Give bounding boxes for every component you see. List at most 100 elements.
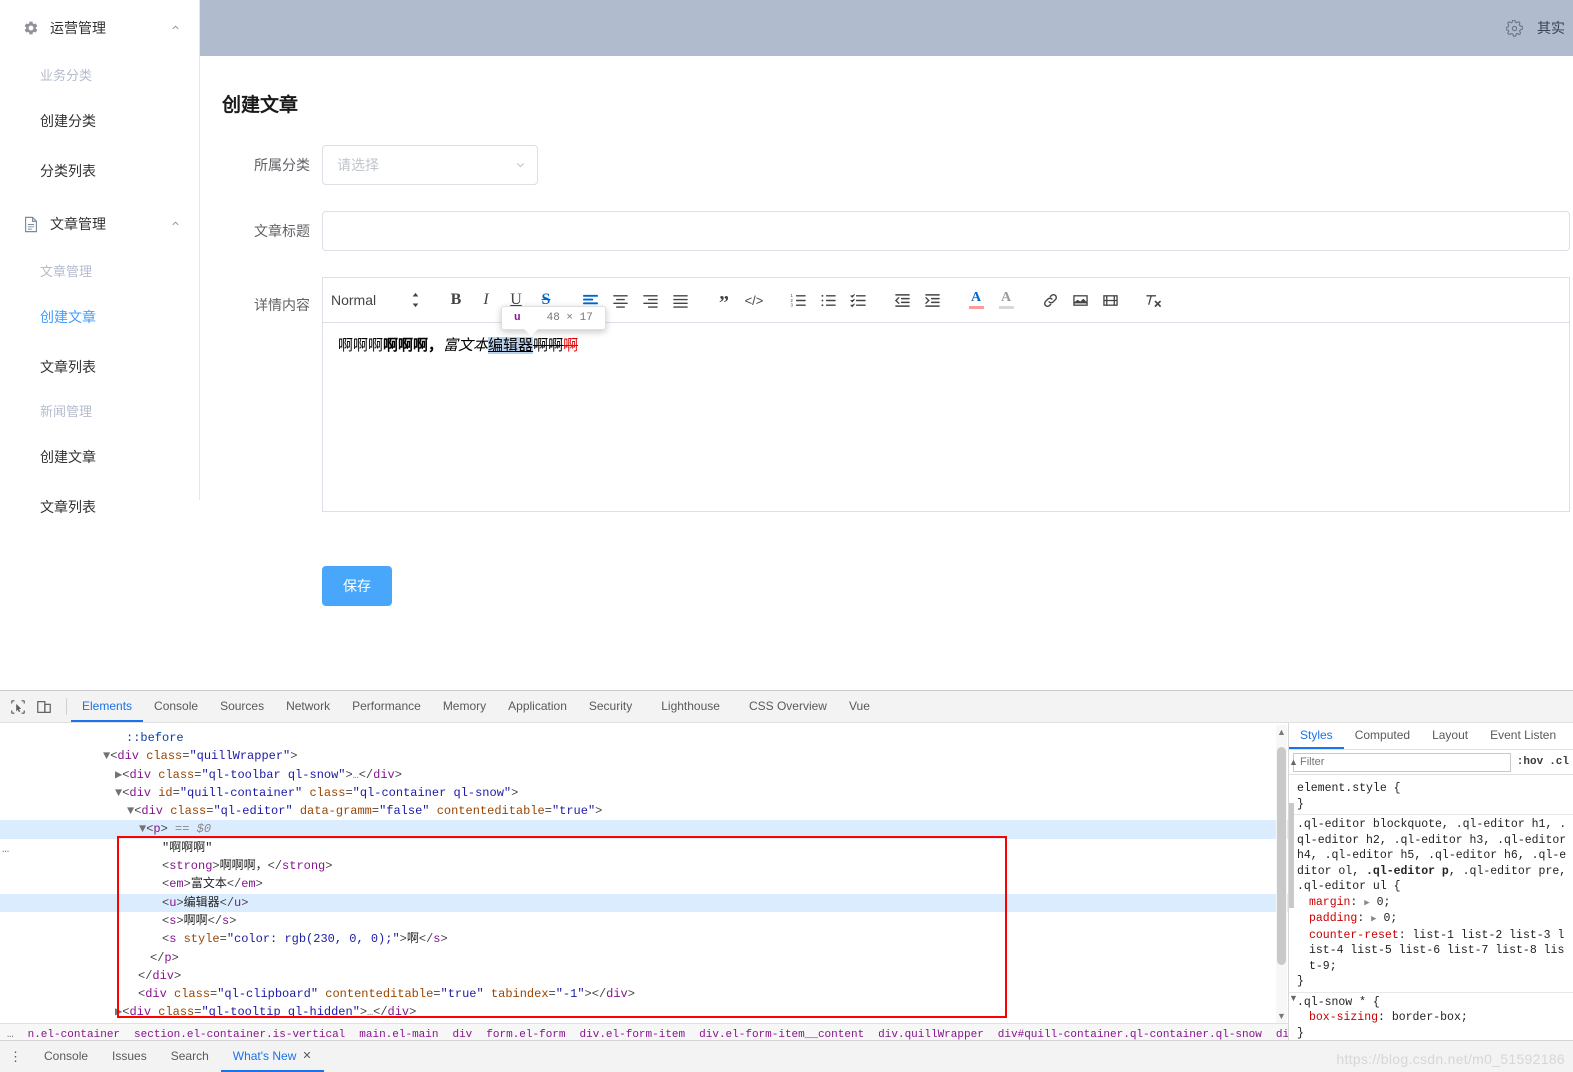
bold-icon[interactable]: B — [442, 288, 470, 312]
style-selector[interactable]: element.style { — [1297, 781, 1567, 797]
align-center-icon[interactable] — [606, 288, 634, 312]
dom-line[interactable]: <s style="color: rgb(230, 0, 0);">啊</s> — [0, 930, 1288, 948]
close-icon[interactable]: ✕ — [302, 1049, 311, 1062]
styles-filter-input[interactable] — [1293, 752, 1511, 772]
sidebar-item-category-list[interactable]: 分类列表 — [0, 146, 199, 196]
save-button[interactable]: 保存 — [322, 566, 392, 606]
style-declaration[interactable]: padding: ▶ 0; — [1297, 911, 1567, 928]
dom-line[interactable]: <div class="ql-clipboard" contenteditabl… — [0, 985, 1288, 1003]
style-rule[interactable]: .ql-editor blockquote, .ql-editor h1, .q… — [1289, 815, 1573, 993]
sidebar-group-operations[interactable]: 运营管理 — [0, 0, 199, 56]
align-justify-icon[interactable] — [666, 288, 694, 312]
style-declaration[interactable]: margin: ▶ 0; — [1297, 895, 1567, 912]
link-icon[interactable] — [1036, 288, 1064, 312]
background-color-icon[interactable]: A — [992, 288, 1020, 312]
elements-scrollbar[interactable]: ▲ ▼ — [1276, 725, 1287, 1023]
style-selector[interactable]: .ql-snow * { — [1297, 995, 1567, 1011]
dom-line[interactable]: ▼<div id="quill-container" class="ql-con… — [0, 784, 1288, 802]
dom-line[interactable]: ▶<div class="ql-toolbar ql-snow">…</div> — [0, 766, 1288, 784]
style-selector[interactable]: .ql-editor blockquote, .ql-editor h1, .q… — [1297, 817, 1567, 895]
breadcrumb-item[interactable]: div.quillWrapper — [871, 1029, 991, 1041]
dom-line[interactable]: </p> — [0, 949, 1288, 967]
sidebar-item-create-category[interactable]: 创建分类 — [0, 96, 199, 146]
check-list-icon[interactable] — [844, 288, 872, 312]
breadcrumb-item[interactable]: div.el-form-item — [573, 1029, 693, 1041]
styles-tab-event-listeners[interactable]: Event Listen — [1479, 723, 1567, 749]
sidebar-item-create-news-article[interactable]: 创建文章 — [0, 432, 199, 482]
dom-line[interactable]: "啊啊啊" — [0, 839, 1288, 857]
scroll-up-arrow[interactable]: ▲ — [1277, 727, 1286, 737]
styles-scrollbar[interactable] — [1289, 803, 1294, 908]
category-select[interactable]: 请选择 — [322, 145, 538, 185]
breadcrumb-item[interactable]: div#quill-container.ql-container.ql-snow — [991, 1029, 1269, 1041]
scroll-down-arrow[interactable]: ▼ — [1277, 1011, 1286, 1021]
breadcrumb-item[interactable]: main.el-main — [352, 1029, 445, 1041]
format-picker[interactable]: Normal — [329, 288, 427, 312]
devtools-tab-security[interactable]: Security — [578, 691, 643, 722]
styles-tab-layout[interactable]: Layout — [1421, 723, 1479, 749]
dom-line[interactable]: ▶<div class="ql-tooltip ql-hidden">…</di… — [0, 1003, 1288, 1021]
chevron-up-icon[interactable] — [170, 218, 181, 229]
italic-icon[interactable]: I — [472, 288, 500, 312]
styles-rules-list[interactable]: element.style {} .ql-editor blockquote, .… — [1289, 775, 1573, 1045]
styles-hov-button[interactable]: :hov — [1517, 756, 1543, 768]
header-user-label[interactable]: 其实 — [1537, 18, 1565, 38]
style-declaration[interactable]: counter-reset: list-1 list-2 list-3 list… — [1297, 928, 1567, 975]
device-toolbar-icon[interactable] — [36, 699, 52, 715]
breadcrumb-item[interactable]: form.el-form — [479, 1029, 572, 1041]
sidebar-group-articles[interactable]: 文章管理 — [0, 196, 199, 252]
breadcrumb-item[interactable]: section.el-container.is-vertical — [127, 1029, 352, 1041]
quill-container[interactable]: 啊啊啊啊啊啊，富文本编辑器啊啊啊 — [322, 322, 1570, 512]
font-color-icon[interactable]: A — [962, 288, 990, 312]
dom-line[interactable]: <strong>啊啊啊，</strong> — [0, 857, 1288, 875]
devtools-tab-lighthouse[interactable]: Lighthouse — [643, 691, 738, 722]
ordered-list-icon[interactable]: 1 2 3 — [784, 288, 812, 312]
styles-cls-button[interactable]: .cl — [1549, 756, 1569, 768]
devtools-tab-elements[interactable]: Elements — [71, 691, 144, 722]
inspect-cursor-icon[interactable] — [10, 699, 26, 715]
dom-line[interactable]: ::before — [0, 729, 1288, 747]
code-block-icon[interactable]: </> — [740, 288, 768, 312]
devtools-tab-application[interactable]: Application — [497, 691, 578, 722]
elements-scroll-thumb[interactable] — [1277, 747, 1286, 965]
breadcrumb-item[interactable]: n.el-container — [21, 1029, 127, 1041]
breadcrumb-overflow-left[interactable]: … — [0, 1029, 21, 1041]
drawer-tab-issues[interactable]: Issues — [100, 1041, 159, 1072]
clear-format-icon[interactable] — [1140, 288, 1168, 312]
breadcrumb-item[interactable]: div.el-form-item__content — [692, 1029, 871, 1041]
outdent-icon[interactable] — [888, 288, 916, 312]
devtools-tab-sources[interactable]: Sources — [209, 691, 275, 722]
dom-line[interactable]: <em>富文本</em> — [0, 875, 1288, 893]
styles-scroll-up-arrow[interactable]: ▲ — [1289, 757, 1298, 767]
align-right-icon[interactable] — [636, 288, 664, 312]
gear-icon[interactable] — [1506, 19, 1523, 37]
devtools-tab-performance[interactable]: Performance — [341, 691, 432, 722]
dom-line[interactable]: ▼<div class="quillWrapper"> — [0, 747, 1288, 765]
style-rule[interactable]: .ql-snow * {box-sizing: border-box;} — [1289, 993, 1573, 1044]
dom-line[interactable]: <s>啊啊</s> — [0, 912, 1288, 930]
devtools-tab-vue[interactable]: Vue — [838, 691, 881, 722]
drawer-tab-console[interactable]: Console — [32, 1041, 100, 1072]
styles-tab-styles[interactable]: Styles — [1289, 723, 1344, 749]
devtools-tab-console[interactable]: Console — [143, 691, 209, 722]
image-icon[interactable] — [1066, 288, 1094, 312]
video-icon[interactable] — [1096, 288, 1124, 312]
indent-icon[interactable] — [918, 288, 946, 312]
dom-line[interactable]: </div> — [0, 967, 1288, 985]
devtools-tab-network[interactable]: Network — [275, 691, 341, 722]
breadcrumb-item[interactable]: div — [445, 1029, 479, 1041]
dom-line[interactable]: ▼<div class="ql-editor" data-gramm="fals… — [0, 802, 1288, 820]
bullet-list-icon[interactable] — [814, 288, 842, 312]
style-rule[interactable]: element.style {} — [1289, 779, 1573, 815]
dom-line[interactable]: ▼<p> == $0 — [0, 820, 1288, 839]
sidebar-item-news-article-list[interactable]: 文章列表 — [0, 482, 199, 532]
sidebar-item-article-list[interactable]: 文章列表 — [0, 342, 199, 392]
chevron-up-icon[interactable] — [170, 22, 181, 33]
styles-scroll-down-arrow[interactable]: ▼ — [1289, 993, 1298, 1003]
dom-line[interactable]: <u>编辑器</u> — [0, 893, 1288, 912]
devtools-tab-css-overview[interactable]: CSS Overview — [738, 691, 838, 722]
blockquote-icon[interactable]: ” — [710, 288, 738, 313]
sidebar-item-create-article[interactable]: 创建文章 — [0, 292, 199, 342]
dom-tree[interactable]: ::before ▼<div class="quillWrapper"> ▶<div… — [0, 723, 1288, 1022]
article-title-input[interactable] — [322, 211, 1570, 251]
